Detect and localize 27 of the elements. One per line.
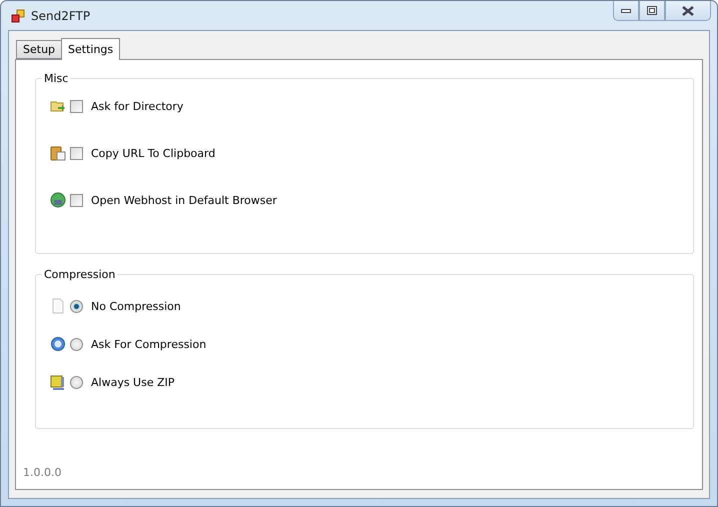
page-icon bbox=[50, 298, 66, 314]
option-label: No Compression bbox=[91, 300, 181, 312]
tab[interactable]: Setup bbox=[16, 40, 62, 59]
option-label: Open Webhost in Default Browser bbox=[91, 194, 277, 206]
minimize-button[interactable] bbox=[613, 1, 639, 21]
option-label: Always Use ZIP bbox=[91, 376, 175, 388]
checkbox[interactable] bbox=[70, 146, 83, 160]
close-button[interactable] bbox=[665, 1, 711, 21]
maximize-icon bbox=[647, 6, 657, 15]
maximize-button[interactable] bbox=[639, 1, 665, 21]
option-label: Ask for Directory bbox=[91, 100, 184, 112]
window-title: Send2FTP bbox=[31, 8, 92, 22]
option-label: Ask For Compression bbox=[91, 338, 206, 350]
group-title: Misc bbox=[43, 72, 70, 85]
clipboard-icon bbox=[50, 145, 66, 161]
radio-button[interactable] bbox=[70, 300, 83, 312]
checkbox[interactable] bbox=[70, 100, 83, 112]
tab[interactable]: Settings bbox=[61, 38, 120, 60]
radio-button[interactable] bbox=[70, 376, 83, 388]
version-label: 1.0.0.0 bbox=[23, 466, 62, 479]
option-label: Copy URL To Clipboard bbox=[91, 146, 216, 160]
checkbox[interactable] bbox=[70, 194, 83, 206]
radio-button[interactable] bbox=[70, 338, 83, 350]
app-icon bbox=[11, 8, 25, 22]
minimize-icon bbox=[621, 8, 631, 12]
group-title: Compression bbox=[43, 268, 116, 281]
close-icon bbox=[682, 6, 694, 16]
